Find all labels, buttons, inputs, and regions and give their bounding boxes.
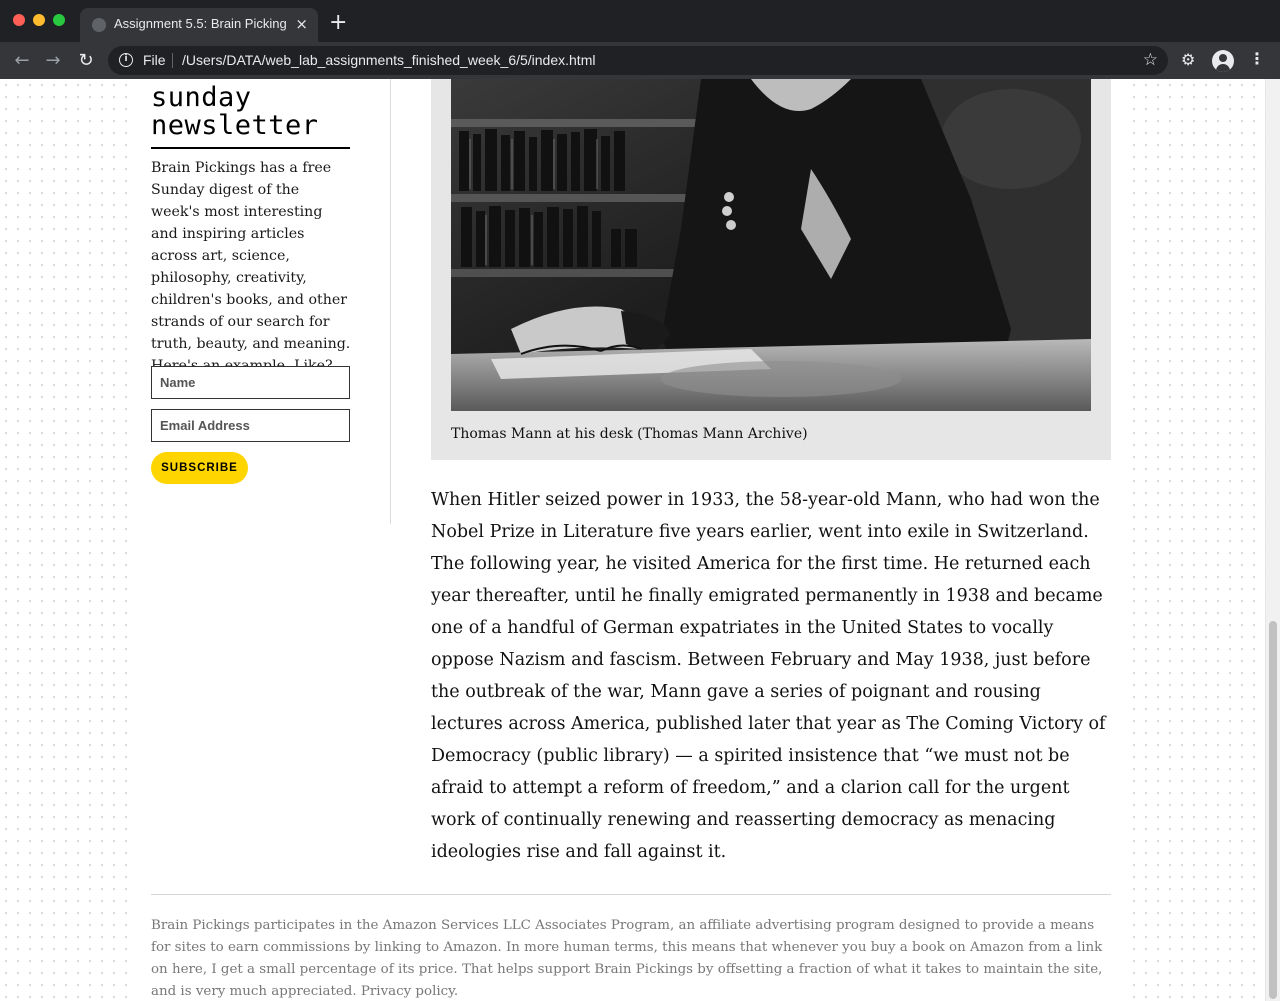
thomas-mann-photo xyxy=(451,79,1091,411)
page-container: sunday newsletter Brain Pickings has a f… xyxy=(131,79,1131,1001)
newsletter-heading: sunday newsletter xyxy=(151,84,350,149)
tab-close-icon[interactable]: × xyxy=(295,15,308,33)
star-icon[interactable]: ☆ xyxy=(1143,50,1158,70)
browser-tab[interactable]: Assignment 5.5: Brain Pickings × xyxy=(80,8,318,42)
reload-icon[interactable]: ↻ xyxy=(74,49,98,73)
scrollbar-thumb[interactable] xyxy=(1269,621,1277,999)
address-bar[interactable]: i File /Users/DATA/web_lab_assignments_f… xyxy=(108,46,1168,75)
article-figure: Thomas Mann at his desk (Thomas Mann Arc… xyxy=(431,79,1111,460)
info-icon[interactable]: i xyxy=(119,53,133,67)
address-divider xyxy=(172,53,173,68)
name-field[interactable] xyxy=(151,366,350,399)
maximize-window-button[interactable] xyxy=(53,14,65,26)
menu-icon[interactable]: ⋮ xyxy=(1249,49,1265,68)
article-paragraph: When Hitler seized power in 1933, the 58… xyxy=(431,490,1106,862)
email-field[interactable] xyxy=(151,409,350,442)
newsletter-description: Brain Pickings has a free Sunday digest … xyxy=(151,160,351,396)
browser-tabbar: Assignment 5.5: Brain Pickings × + xyxy=(0,0,1280,42)
minimize-window-button[interactable] xyxy=(33,14,45,26)
affiliate-disclosure: Brain Pickings participates in the Amazo… xyxy=(151,918,1103,999)
close-window-button[interactable] xyxy=(13,14,25,26)
extensions-icon[interactable]: ⚙ xyxy=(1181,50,1195,69)
forward-icon[interactable]: → xyxy=(41,49,65,73)
photo-caption: Thomas Mann at his desk (Thomas Mann Arc… xyxy=(451,426,808,442)
footer-divider xyxy=(151,894,1111,895)
browser-toolbar: ← → ↻ i File /Users/DATA/web_lab_assignm… xyxy=(0,42,1280,79)
url-scheme: File xyxy=(143,52,166,68)
new-tab-button[interactable]: + xyxy=(329,11,347,35)
page-viewport: sunday newsletter Brain Pickings has a f… xyxy=(0,79,1280,1001)
sidebar-divider xyxy=(390,79,391,524)
subscribe-button[interactable]: SUBSCRIBE xyxy=(151,452,248,484)
tab-title: Assignment 5.5: Brain Pickings xyxy=(114,16,286,31)
favicon-icon xyxy=(92,18,106,32)
url-text[interactable]: /Users/DATA/web_lab_assignments_finished… xyxy=(182,52,595,68)
profile-icon[interactable] xyxy=(1212,50,1234,72)
back-icon[interactable]: ← xyxy=(10,49,34,73)
vertical-scrollbar[interactable] xyxy=(1265,79,1280,1001)
